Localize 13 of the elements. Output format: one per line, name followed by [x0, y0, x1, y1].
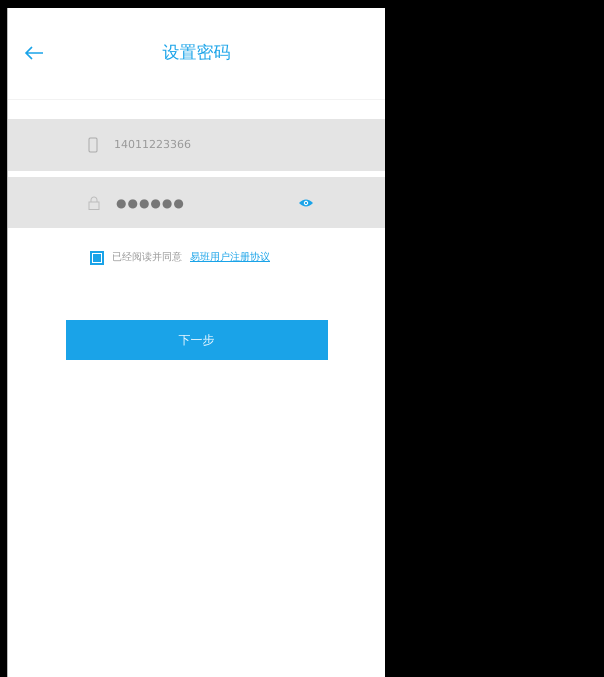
lock-icon [88, 196, 100, 210]
password-value: ●●●●●● [116, 194, 185, 212]
password-field[interactable]: ●●●●●● [8, 177, 385, 228]
phone-field[interactable]: 14011223366 [8, 119, 385, 171]
next-button[interactable]: 下一步 [66, 320, 328, 360]
page-title: 设置密码 [162, 42, 230, 63]
back-arrow-icon [24, 46, 44, 60]
eye-icon[interactable] [299, 198, 313, 208]
agreement-text: 已经阅读并同意 [112, 250, 182, 265]
agreement-checkbox[interactable] [90, 250, 104, 264]
agreement-link[interactable]: 易班用户注册协议 [190, 250, 270, 265]
phone-icon [88, 137, 98, 153]
phone-number: 14011223366 [114, 136, 192, 153]
